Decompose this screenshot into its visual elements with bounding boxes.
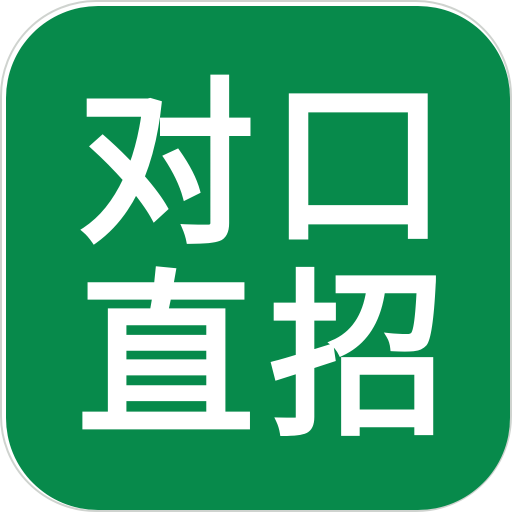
icon-char-4: 招 — [269, 254, 447, 461]
icon-char-1: 对 — [77, 62, 255, 269]
icon-char-2: 口 — [269, 62, 447, 269]
app-icon-frame: 对 口 直 招 — [0, 0, 512, 512]
icon-char-3: 直 — [77, 254, 255, 461]
app-icon-label-grid: 对 口 直 招 — [70, 70, 454, 454]
app-icon[interactable]: 对 口 直 招 — [6, 6, 510, 510]
